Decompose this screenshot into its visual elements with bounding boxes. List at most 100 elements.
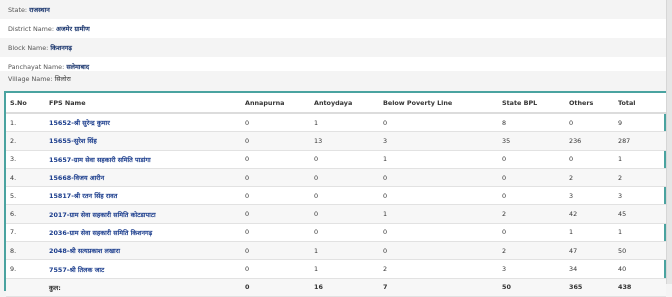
- table-cell: 0: [310, 186, 379, 206]
- table-cell: 7.: [6, 223, 45, 243]
- table-cell: 3: [614, 186, 666, 206]
- table-cell: 9: [614, 113, 666, 133]
- fps-name-link[interactable]: 15668-विजय आरीन: [45, 168, 241, 188]
- table-cell: 3.: [6, 150, 45, 169]
- table-cell: 8.: [6, 241, 45, 261]
- block-value: किशनगढ़: [50, 44, 73, 52]
- table-row: 6. 2017-ग्राम सेवा सहकारी समिति कोटडापाटा…: [6, 204, 666, 224]
- state-value: राजस्थान: [29, 6, 50, 14]
- table-row: 2. 15655-सुरेश सिंह 0 13 3 35 236 287: [6, 131, 666, 151]
- table-cell: 287: [614, 131, 666, 151]
- village-row: Village Name: सिलोरा: [0, 71, 672, 90]
- table-cell: 1: [614, 150, 666, 169]
- fps-name-link[interactable]: 2036-ग्राम सेवा सहकारी समिति किशनगढ़: [45, 223, 241, 243]
- table-row: 9. 7557-श्री तिलक जाट 0 1 2 3 34 40: [6, 259, 666, 279]
- total-cell: 438: [614, 278, 666, 297]
- table-cell: 0: [565, 150, 614, 169]
- table-cell: 0: [379, 113, 498, 133]
- table-cell: 0: [310, 168, 379, 188]
- table-cell: 0: [241, 204, 310, 224]
- table-cell: 0: [379, 241, 498, 261]
- col-others: Others: [565, 93, 614, 114]
- fps-name-link[interactable]: 2017-ग्राम सेवा सहकारी समिति कोटडापाटा: [45, 204, 241, 224]
- table-cell: 0: [241, 113, 310, 133]
- table-cell: 2: [498, 204, 565, 224]
- total-cell: 50: [498, 278, 565, 297]
- fps-name-link[interactable]: 7557-श्री तिलक जाट: [45, 259, 241, 279]
- col-state-bpl: State BPL: [498, 93, 565, 114]
- block-label: Block Name:: [8, 44, 49, 52]
- table-cell: 47: [565, 241, 614, 261]
- panchayat-label: Panchayat Name:: [8, 63, 65, 71]
- total-cell: [6, 278, 45, 297]
- table-cell: 0: [498, 186, 565, 206]
- table-cell: 2: [565, 168, 614, 188]
- table-cell: 40: [614, 259, 666, 279]
- table-header-row: S.No FPS Name Annapurna Antoydaya Below …: [6, 93, 666, 114]
- table-row: 1. 15652-श्री सुरेन्द्र कुमार 0 1 0 8 0 9: [6, 113, 666, 133]
- village-value: सिलोरा: [54, 75, 71, 83]
- table-cell: 0: [241, 259, 310, 279]
- table-cell: 0: [498, 223, 565, 243]
- district-label: District Name:: [8, 25, 54, 33]
- fps-name-link[interactable]: 15657-ग्राम सेवा सहकारी समिति पाडांगा: [45, 150, 241, 169]
- table-cell: 0: [310, 204, 379, 224]
- table-cell: 236: [565, 131, 614, 151]
- table-cell: 0: [241, 168, 310, 188]
- table-cell: 2: [379, 259, 498, 279]
- table-row: 8. 2048-श्री सत्यप्रकाश लखारा 0 1 0 2 47 50: [6, 241, 666, 261]
- table-cell: 2: [614, 168, 666, 188]
- total-cell: 16: [310, 278, 379, 297]
- table-cell: 1: [310, 241, 379, 261]
- table-cell: 50: [614, 241, 666, 261]
- table-cell: 0: [565, 113, 614, 133]
- district-value: अजमेर ग्रामीण: [56, 25, 90, 33]
- col-antoydaya: Antoydaya: [310, 93, 379, 114]
- table-cell: 0: [310, 150, 379, 169]
- vertical-scrollbar[interactable]: [666, 0, 672, 284]
- table-cell: 4.: [6, 168, 45, 188]
- table-cell: 0: [379, 223, 498, 243]
- table-cell: 9.: [6, 259, 45, 279]
- fps-table-panel: S.No FPS Name Annapurna Antoydaya Below …: [4, 91, 666, 297]
- fps-name-link[interactable]: 15652-श्री सुरेन्द्र कुमार: [45, 113, 241, 133]
- total-cell: 0: [241, 278, 310, 297]
- table-cell: 1: [310, 113, 379, 133]
- table-cell: 13: [310, 131, 379, 151]
- table-row: 5. 15817-श्री रतन सिंह रावत 0 0 0 0 3 3: [6, 186, 666, 206]
- block-row: Block Name: किशनगढ़: [0, 38, 672, 58]
- total-cell: 365: [565, 278, 614, 297]
- table-cell: 1: [379, 204, 498, 224]
- table-cell: 0: [241, 223, 310, 243]
- table-cell: 0: [241, 150, 310, 169]
- table-cell: 8: [498, 113, 565, 133]
- table-row: 3. 15657-ग्राम सेवा सहकारी समिति पाडांगा 0…: [6, 150, 666, 169]
- table-cell: 0: [498, 150, 565, 169]
- fps-name-link[interactable]: 15817-श्री रतन सिंह रावत: [45, 186, 241, 206]
- col-total: Total: [614, 93, 666, 114]
- state-label: State:: [8, 6, 28, 14]
- col-sno: S.No: [6, 93, 45, 114]
- table-cell: 0: [241, 131, 310, 151]
- table-cell: 1: [614, 223, 666, 243]
- state-row: State: राजस्थान: [0, 0, 672, 20]
- table-cell: 6.: [6, 204, 45, 224]
- table-cell: 0: [379, 186, 498, 206]
- panchayat-value: सलेमाबाद: [66, 63, 90, 71]
- table-cell: 1: [379, 150, 498, 169]
- fps-name-link[interactable]: 15655-सुरेश सिंह: [45, 131, 241, 151]
- table-cell: 3: [565, 186, 614, 206]
- table-cell: 45: [614, 204, 666, 224]
- col-annapurna: Annapurna: [241, 93, 310, 114]
- table-cell: 1: [310, 259, 379, 279]
- table-row: 4. 15668-विजय आरीन 0 0 0 0 2 2: [6, 168, 666, 188]
- fps-name-link[interactable]: 2048-श्री सत्यप्रकाश लखारा: [45, 241, 241, 261]
- table-cell: 1.: [6, 113, 45, 133]
- table-cell: 1: [565, 223, 614, 243]
- col-fps-name: FPS Name: [45, 93, 241, 114]
- table-cell: 0: [241, 186, 310, 206]
- village-label: Village Name:: [8, 75, 53, 83]
- table-cell: 3: [379, 131, 498, 151]
- table-cell: 0: [310, 223, 379, 243]
- col-bpl: Below Poverty Line: [379, 93, 498, 114]
